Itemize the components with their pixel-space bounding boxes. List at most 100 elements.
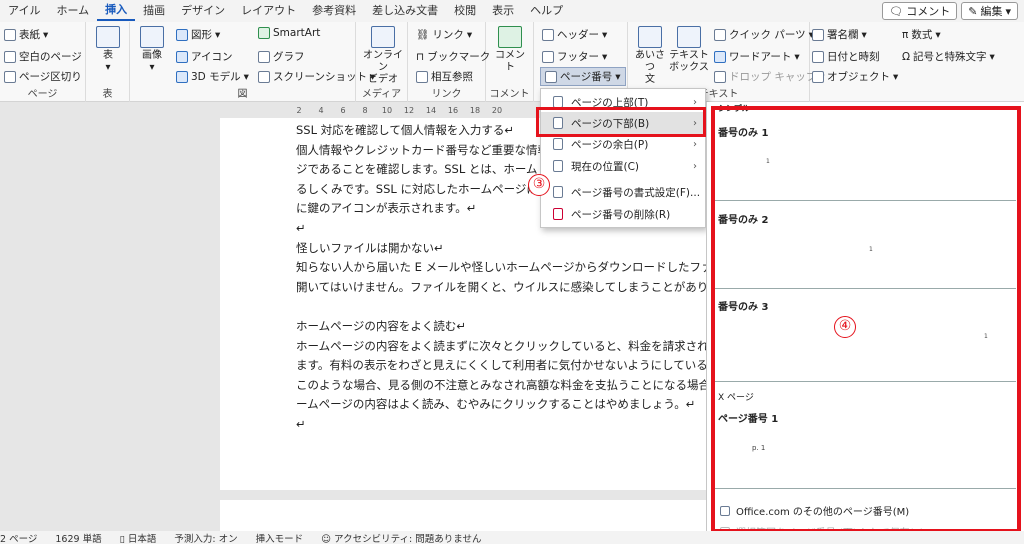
word-count[interactable]: 1629 単語	[55, 531, 101, 544]
group-label: 図	[237, 89, 248, 100]
tab-view[interactable]: 表示	[484, 0, 522, 22]
menu-item-format-page-numbers[interactable]: ページ番号の書式設定(F)...	[541, 181, 705, 203]
bookmark-button[interactable]: ⊓ ブックマーク	[416, 49, 490, 64]
format-icon	[553, 186, 563, 198]
group-link: ⛓ リンク ▾ ⊓ ブックマーク 相互参照 リンク	[408, 22, 490, 102]
doc-line: ームページの内容はよく読み、むやみにクリックすることはやめましょう。↵	[296, 397, 696, 412]
cover-page-button[interactable]: 表紙 ▾	[4, 27, 48, 42]
predictive-input[interactable]: 予測入力: オン	[174, 531, 237, 544]
equation-button[interactable]: π 数式 ▾	[902, 27, 941, 42]
textbox-button[interactable]: テキスト ボックス	[668, 26, 710, 74]
table-button[interactable]: 表 ▾	[94, 26, 122, 74]
tab-home[interactable]: ホーム	[48, 0, 97, 22]
group-pages: 表紙 ▾ 空白のページ ページ区切り ページ	[0, 22, 86, 102]
page-margin-icon	[553, 138, 563, 150]
video-icon	[371, 26, 395, 48]
calendar-icon	[812, 50, 824, 63]
group-label: ページ	[27, 89, 58, 100]
page-break-icon	[4, 70, 16, 83]
footer-button[interactable]: フッター ▾	[542, 49, 607, 64]
table-icon	[96, 26, 120, 48]
link-icon: ⛓	[416, 29, 430, 41]
quick-parts-button[interactable]: クイック パーツ ▾	[714, 27, 814, 42]
group-table: 表 ▾ 表	[86, 22, 130, 102]
highlight-box-step3	[536, 107, 706, 137]
signature-line-button[interactable]: 署名欄 ▾	[812, 27, 867, 42]
tab-review[interactable]: 校閲	[446, 0, 484, 22]
current-position-icon	[553, 160, 563, 172]
doc-line: ↵	[296, 416, 306, 431]
smartart-button[interactable]: SmartArt	[258, 27, 320, 39]
highlight-box-step4	[711, 106, 1021, 533]
shapes-button[interactable]: 図形 ▾	[176, 27, 220, 42]
doc-line	[296, 297, 716, 317]
footer-icon	[542, 50, 554, 63]
shapes-icon	[176, 28, 188, 41]
page-break-button[interactable]: ページ区切り	[4, 69, 82, 84]
page-number-icon	[545, 70, 557, 83]
menu-item-remove-page-numbers[interactable]: ページ番号の削除(R)	[541, 203, 705, 225]
tab-draw[interactable]: 描画	[135, 0, 173, 22]
signature-icon	[812, 28, 824, 41]
chart-icon	[258, 50, 270, 63]
chevron-right-icon: ›	[693, 160, 697, 172]
cross-reference-button[interactable]: 相互参照	[416, 69, 473, 84]
doc-line: 知らない人から届いた E メールや怪しいホームページからダウンロードしたファ	[296, 260, 713, 275]
icons-button[interactable]: アイコン	[176, 49, 232, 64]
tab-help[interactable]: ヘルプ	[522, 0, 571, 22]
tab-references[interactable]: 参考資料	[304, 0, 364, 22]
screenshot-icon	[258, 70, 270, 83]
tab-design[interactable]: デザイン	[173, 0, 233, 22]
group-label: リンク	[431, 89, 462, 100]
comment-icon: 🗨	[889, 4, 904, 18]
wordart-icon	[714, 50, 726, 63]
wordart-button[interactable]: ワードアート ▾	[714, 49, 800, 64]
3d-model-button[interactable]: 3D モデル ▾	[176, 69, 249, 84]
online-video-button[interactable]: オンライン ビデオ	[362, 26, 404, 86]
tab-layout[interactable]: レイアウト	[233, 0, 304, 22]
cover-page-icon	[4, 28, 16, 41]
omega-icon: Ω	[902, 50, 911, 63]
comment-button[interactable]: 🗨 コメント	[882, 2, 958, 20]
tab-insert[interactable]: 挿入	[97, 1, 136, 21]
symbol-button[interactable]: Ω 記号と特殊文字 ▾	[902, 49, 995, 64]
object-button[interactable]: オブジェクト ▾	[812, 69, 898, 84]
link-button[interactable]: ⛓ リンク ▾	[416, 27, 472, 42]
step3-marker: ③	[528, 174, 550, 196]
greeting-icon	[638, 26, 662, 48]
menu-item-current-position[interactable]: 現在の位置(C) ›	[541, 155, 705, 177]
new-comment-button[interactable]: コメント	[492, 26, 528, 74]
chart-button[interactable]: グラフ	[258, 49, 305, 64]
object-icon	[812, 70, 824, 83]
blank-page-icon	[4, 50, 16, 63]
image-button[interactable]: 画像 ▾	[138, 26, 166, 74]
smartart-icon	[258, 27, 270, 39]
step4-marker: ④	[834, 316, 856, 338]
dropcap-button[interactable]: ドロップ キャップ ▾	[714, 69, 825, 84]
page-count[interactable]: 2 ページ	[0, 531, 37, 544]
image-icon	[140, 26, 164, 48]
language[interactable]: ▯ 日本語	[120, 531, 157, 544]
cross-reference-icon	[416, 70, 428, 83]
remove-icon	[553, 208, 563, 220]
group-label: コメント	[489, 89, 530, 100]
doc-line: このような場合、見る側の不注意とみなされ高額な料金を支払うことになる場合	[296, 377, 710, 392]
dropcap-icon	[714, 70, 726, 83]
date-time-button[interactable]: 日付と時刻	[812, 49, 880, 64]
insert-mode[interactable]: 挿入モード	[256, 531, 304, 544]
greeting-button[interactable]: あいさつ 文	[632, 26, 668, 86]
book-icon: ▯	[119, 533, 125, 544]
accessibility-status[interactable]: ☺ アクセシビリティ: 問題ありません	[321, 531, 481, 544]
header-button[interactable]: ヘッダー ▾	[542, 27, 607, 42]
accessibility-icon: ☺	[321, 533, 332, 544]
tab-mailings[interactable]: 差し込み文書	[364, 0, 446, 22]
status-bar: 2 ページ 1629 単語 ▯ 日本語 予測入力: オン 挿入モード ☺ アクセ…	[0, 531, 1024, 544]
doc-line: ホームページの内容をよく読む↵	[296, 318, 467, 333]
edit-mode-button[interactable]: ✎ 編集 ▾	[961, 2, 1018, 20]
group-comment: コメント コメント	[486, 22, 534, 102]
bookmark-icon: ⊓	[416, 50, 425, 63]
tab-file[interactable]: アイル	[0, 0, 48, 22]
group-label: メディア	[361, 89, 402, 100]
page-number-button[interactable]: ページ番号 ▾	[540, 67, 626, 86]
blank-page-button[interactable]: 空白のページ	[4, 49, 82, 64]
